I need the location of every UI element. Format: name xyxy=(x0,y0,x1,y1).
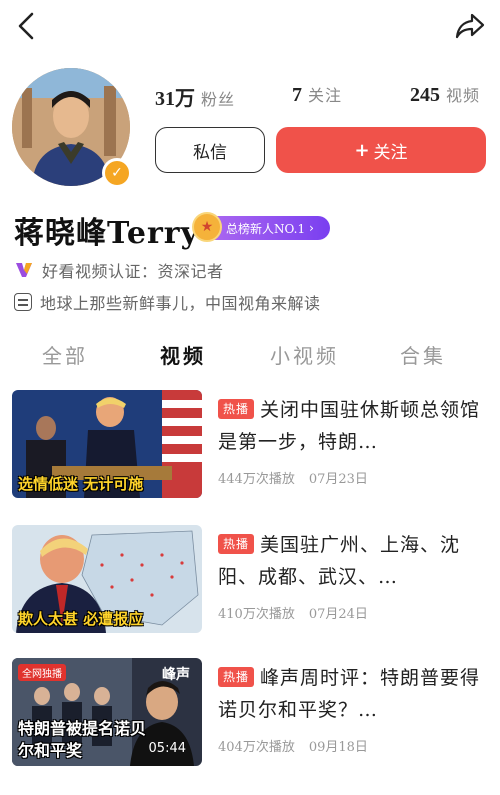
video-meta: 444万次播放 07月23日 xyxy=(218,468,368,487)
profile-name: 蒋晓峰Terry xyxy=(14,216,200,251)
view-count: 410万次播放 xyxy=(218,607,295,622)
rank-badge-label: 总榜新人NO.1 xyxy=(226,221,306,236)
video-title-text: 关闭中国驻休斯顿总领馆是第一步，特朗… xyxy=(218,399,481,453)
stat-label: 粉丝 xyxy=(201,90,236,109)
tab-collections[interactable]: 合集 xyxy=(400,340,446,369)
stat-value: 7 xyxy=(292,84,302,106)
exclusive-tag: 全网独播 xyxy=(18,664,66,681)
thumbnail-caption: 欺人太甚 必遭报应 xyxy=(18,610,144,628)
stat-following[interactable]: 7 关注 xyxy=(292,82,342,107)
stat-label: 关注 xyxy=(308,86,343,105)
video-title[interactable]: 热播 峰声周时评：特朗普要得诺贝尔和平奖？… xyxy=(218,662,482,726)
thumbnail-caption: 特朗普被提名诺贝尔和平奖 xyxy=(18,719,147,760)
thumbnail-caption: 选情低迷 无计可施 xyxy=(18,475,144,493)
video-meta: 404万次播放 09月18日 xyxy=(218,736,368,755)
verification-text: 好看视频认证：资深记者 xyxy=(42,262,224,281)
hot-badge: 热播 xyxy=(218,667,255,687)
tab-all[interactable]: 全部 xyxy=(42,340,88,369)
channel-logo: 峰声 xyxy=(162,667,190,683)
view-count: 404万次播放 xyxy=(218,740,295,755)
video-title[interactable]: 热播 关闭中国驻休斯顿总领馆是第一步，特朗… xyxy=(218,394,482,458)
chevron-right-icon: › xyxy=(309,221,314,235)
follow-label: 关注 xyxy=(373,142,408,163)
tab-videos[interactable]: 视频 xyxy=(160,340,206,369)
follow-button[interactable]: + 关注 xyxy=(276,127,486,173)
view-count: 444万次播放 xyxy=(218,472,295,487)
medal-icon: ★ xyxy=(192,212,222,242)
stat-value: 245 xyxy=(410,84,440,106)
video-thumbnail[interactable]: 全网独播 峰声 特朗普被提名诺贝尔和平奖 05:44 xyxy=(12,658,202,766)
video-thumbnail[interactable]: 欺人太甚 必遭报应 xyxy=(12,525,202,633)
verification-row: 好看视频认证：资深记者 xyxy=(14,258,224,282)
hot-badge: 热播 xyxy=(218,534,255,554)
list-item[interactable]: 欺人太甚 必遭报应 热播 美国驻广州、上海、沈阳、成都、武汉、… 410万次播放 … xyxy=(12,525,492,633)
verified-badge-icon: ✓ xyxy=(102,158,132,188)
publish-date: 07月23日 xyxy=(308,472,368,487)
stat-label: 视频 xyxy=(446,86,481,105)
stat-value: 31万 xyxy=(155,88,195,110)
share-arrow-icon[interactable] xyxy=(454,12,486,40)
video-meta: 410万次播放 07月24日 xyxy=(218,603,368,622)
publish-date: 07月24日 xyxy=(308,607,368,622)
bio-text: 地球上那些新鲜事儿，中国视角来解读 xyxy=(40,294,321,313)
bio-row: 地球上那些新鲜事儿，中国视角来解读 xyxy=(14,290,321,314)
chevron-left-icon[interactable] xyxy=(12,10,40,42)
verified-v-icon xyxy=(16,263,32,277)
stat-videos[interactable]: 245 视频 xyxy=(410,82,480,107)
video-title-text: 美国驻广州、上海、沈阳、成都、武汉、… xyxy=(218,534,461,588)
tab-short-videos[interactable]: 小视频 xyxy=(270,340,339,369)
video-duration: 05:44 xyxy=(148,741,186,756)
rank-badge[interactable]: ★ 总榜新人NO.1 › xyxy=(192,212,330,242)
document-icon xyxy=(14,293,32,311)
video-title[interactable]: 热播 美国驻广州、上海、沈阳、成都、武汉、… xyxy=(218,529,482,593)
content-tabs: 全部 视频 小视频 合集 xyxy=(0,340,500,374)
hot-badge: 热播 xyxy=(218,399,255,419)
stat-fans[interactable]: 31万 粉丝 xyxy=(155,82,235,111)
list-item[interactable]: 全网独播 峰声 特朗普被提名诺贝尔和平奖 05:44 热播 峰声周时评：特朗普要得… xyxy=(12,658,492,766)
top-bar xyxy=(0,0,500,56)
profile-stats: 31万 粉丝 7 关注 245 视频 xyxy=(155,82,490,112)
list-item[interactable]: 选情低迷 无计可施 热播 关闭中国驻休斯顿总领馆是第一步，特朗… 444万次播放 … xyxy=(12,390,492,498)
publish-date: 09月18日 xyxy=(308,740,368,755)
video-title-text: 峰声周时评：特朗普要得诺贝尔和平奖？… xyxy=(218,667,481,721)
message-button[interactable]: 私信 xyxy=(155,127,265,173)
plus-icon: + xyxy=(354,139,370,161)
video-thumbnail[interactable]: 选情低迷 无计可施 xyxy=(12,390,202,498)
